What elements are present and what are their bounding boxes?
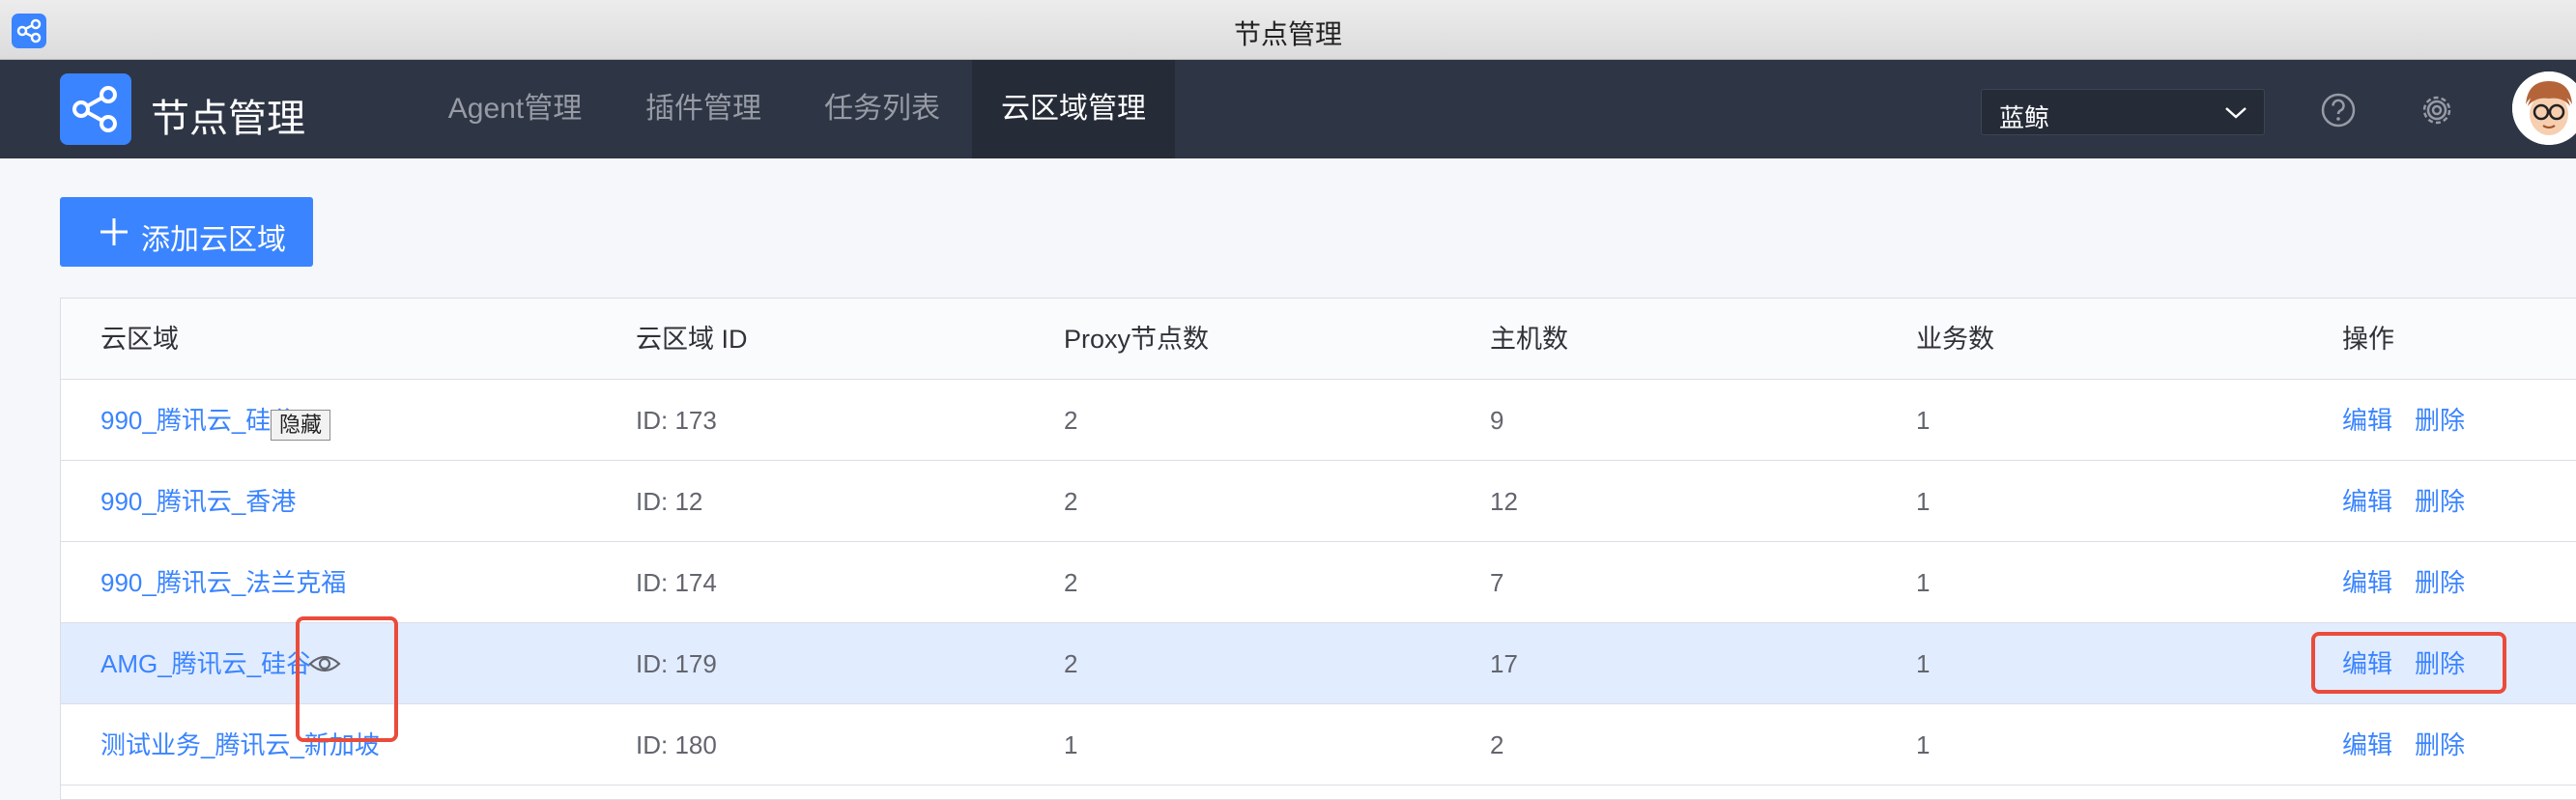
plus-icon — [99, 216, 129, 255]
cloud-area-id: ID: 12 — [636, 487, 703, 516]
business-count: 1 — [1916, 568, 1931, 597]
cloud-area-name-link[interactable]: 990_腾讯云_香港 — [100, 461, 296, 542]
tab-plugins[interactable]: 插件管理 — [618, 60, 788, 158]
column-header-actions: 操作 — [2342, 325, 2394, 354]
cloud-area-id: ID: 179 — [636, 649, 717, 678]
column-header-host-count[interactable]: 主机数 — [1490, 299, 1568, 380]
table-row[interactable]: 测试业务_腾讯云_新加坡 ID: 180 1 2 1 编辑 删除 — [61, 704, 2576, 786]
business-select-value: 蓝鲸 — [1999, 103, 2050, 132]
brand-title[interactable]: 节点管理 — [151, 87, 305, 143]
edit-link[interactable]: 编辑 — [2342, 461, 2392, 542]
proxy-count: 2 — [1064, 568, 1078, 597]
proxy-count: 2 — [1064, 649, 1078, 678]
edit-link[interactable]: 编辑 — [2342, 380, 2392, 461]
cloud-area-id: ID: 174 — [636, 568, 717, 597]
cloud-area-id: ID: 180 — [636, 730, 717, 759]
avatar[interactable] — [2512, 71, 2576, 145]
window-titlebar: 节点管理 — [0, 0, 2576, 60]
column-header-proxy-count[interactable]: Proxy节点数 — [1064, 299, 1209, 380]
cloud-area-name-link[interactable]: 990_腾讯云_法兰克福 — [100, 542, 346, 623]
cloud-area-name-link[interactable]: AMG_腾讯云_硅谷 — [100, 623, 311, 704]
edit-link[interactable]: 编辑 — [2342, 704, 2392, 786]
window-title: 节点管理 — [1233, 19, 1342, 49]
tab-agent[interactable]: Agent管理 — [425, 60, 605, 158]
host-count: 12 — [1490, 487, 1518, 516]
delete-link[interactable]: 删除 — [2415, 542, 2465, 623]
business-count: 1 — [1916, 406, 1931, 435]
gear-icon[interactable] — [2418, 91, 2456, 129]
cloud-area-name-link[interactable]: 990_腾讯云_硅谷 — [100, 380, 296, 461]
node-logo-icon[interactable] — [60, 73, 131, 145]
table-row-hovered[interactable]: AMG_腾讯云_硅谷 ID: 179 2 17 1 编辑 删除 — [61, 623, 2576, 704]
top-nav: 节点管理 Agent管理 插件管理 任务列表 云区域管理 蓝鲸 — [0, 60, 2576, 158]
table-row[interactable]: 990_腾讯云_法兰克福 ID: 174 2 7 1 编辑 删除 — [61, 542, 2576, 623]
delete-link[interactable]: 删除 — [2415, 380, 2465, 461]
tab-cloud-area[interactable]: 云区域管理 — [972, 60, 1175, 158]
proxy-count: 2 — [1064, 406, 1078, 435]
column-header-business-count[interactable]: 业务数 — [1916, 299, 1994, 380]
business-count: 1 — [1916, 487, 1931, 516]
table-row[interactable]: 990_腾讯云_硅谷 ID: 173 2 9 1 编辑 删除 — [61, 380, 2576, 461]
column-header-cloud-area-id[interactable]: 云区域 ID — [636, 299, 748, 380]
table-row[interactable]: 990_腾讯云_香港 ID: 12 2 12 1 编辑 删除 — [61, 461, 2576, 542]
cloud-area-id: ID: 173 — [636, 406, 717, 435]
host-count: 2 — [1490, 730, 1504, 759]
delete-link[interactable]: 删除 — [2415, 704, 2465, 786]
business-count: 1 — [1916, 649, 1931, 678]
tab-tasks[interactable]: 任务列表 — [802, 60, 962, 158]
table-header-row: 云区域 云区域 ID Proxy节点数 主机数 业务数 操作 — [61, 299, 2576, 380]
host-count: 7 — [1490, 568, 1504, 597]
add-cloud-area-button[interactable]: 添加云区域 — [60, 197, 313, 267]
help-icon[interactable] — [2319, 91, 2358, 129]
host-count: 9 — [1490, 406, 1504, 435]
proxy-count: 2 — [1064, 487, 1078, 516]
delete-link[interactable]: 删除 — [2415, 461, 2465, 542]
column-header-cloud-area[interactable]: 云区域 — [100, 299, 179, 380]
chevron-down-icon — [2223, 101, 2248, 128]
annotation-box-eye — [296, 616, 398, 742]
host-count: 17 — [1490, 649, 1518, 678]
business-select[interactable]: 蓝鲸 — [1981, 89, 2265, 135]
annotation-box-actions — [2311, 632, 2506, 694]
hide-tooltip: 隐藏 — [271, 410, 331, 441]
edit-link[interactable]: 编辑 — [2342, 542, 2392, 623]
business-count: 1 — [1916, 730, 1931, 759]
proxy-count: 1 — [1064, 730, 1078, 759]
add-cloud-area-label: 添加云区域 — [141, 224, 286, 256]
cloud-area-table: 云区域 云区域 ID Proxy节点数 主机数 业务数 操作 990_腾讯云_硅… — [60, 298, 2576, 800]
